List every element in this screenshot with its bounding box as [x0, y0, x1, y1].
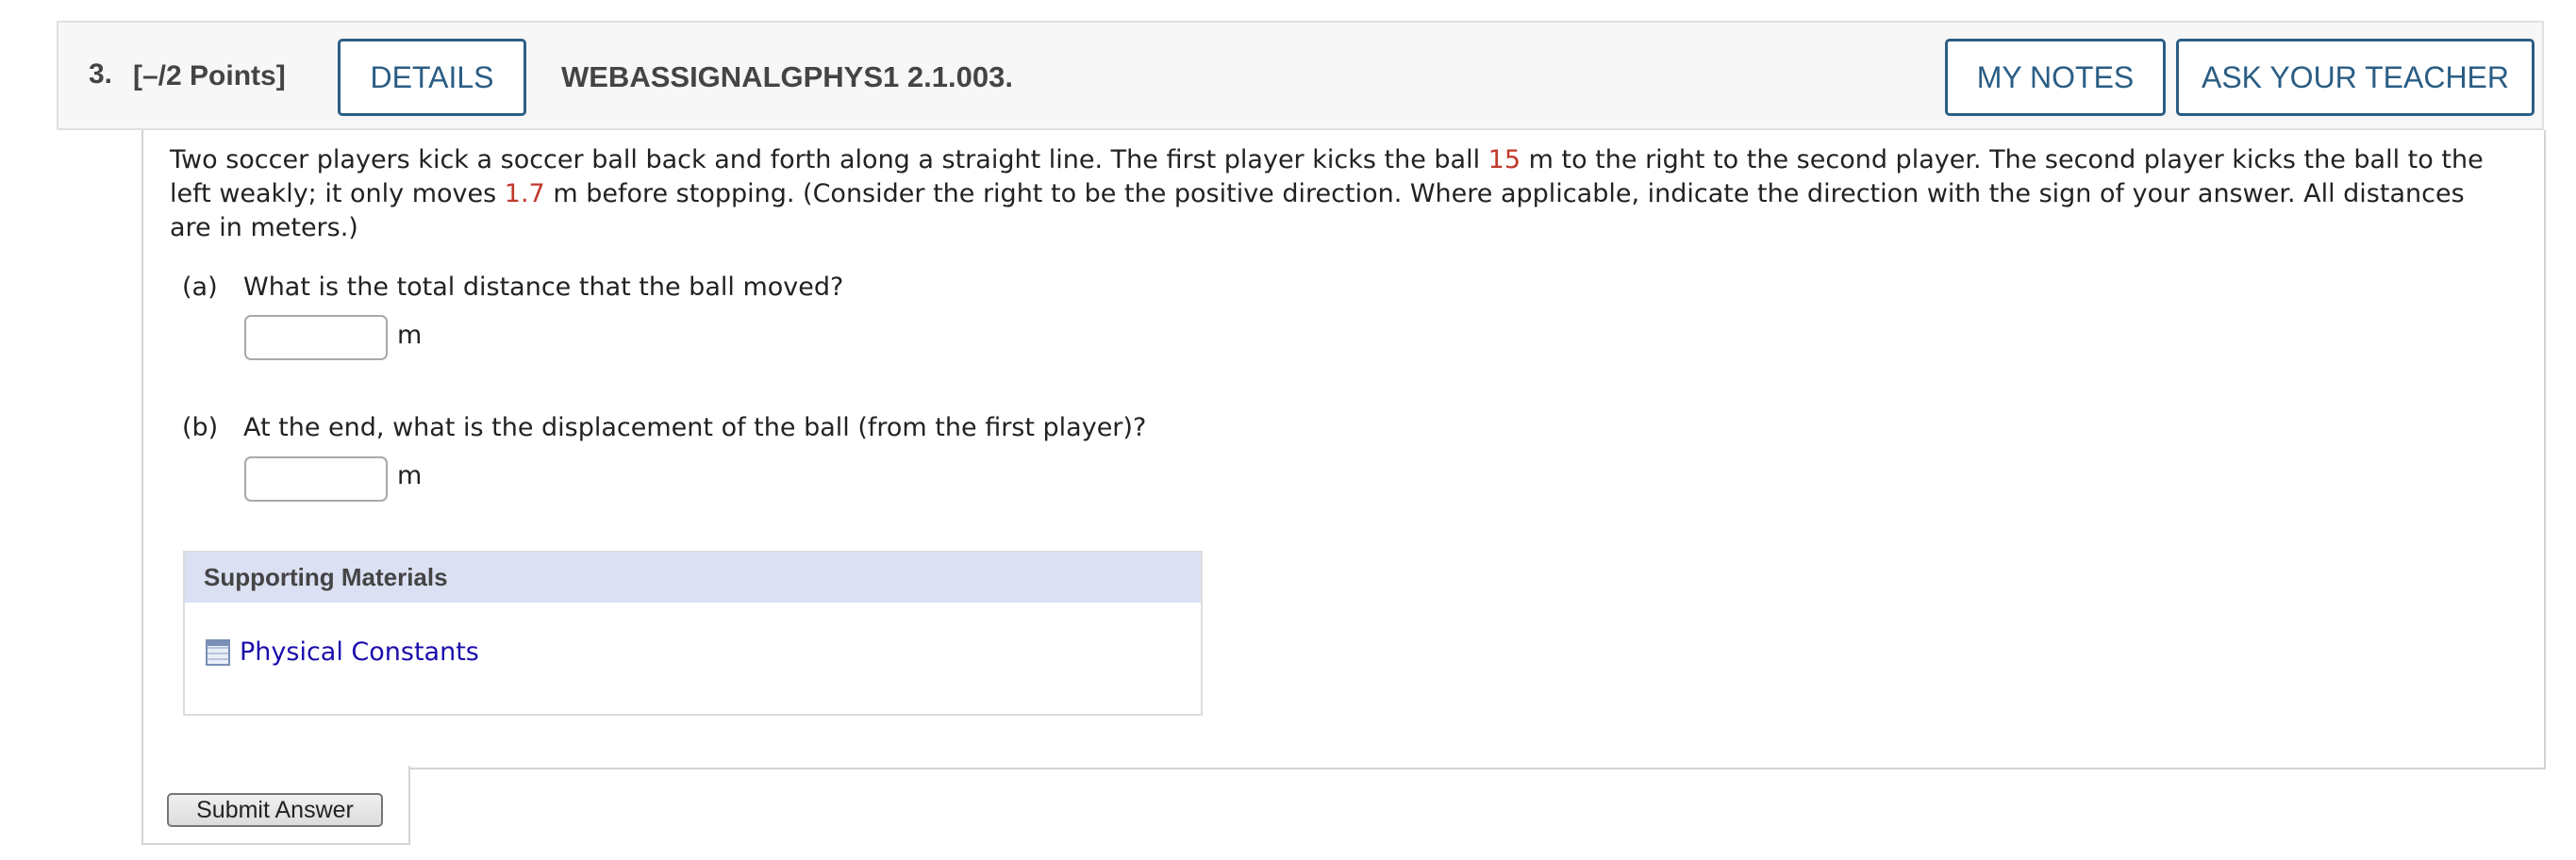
part-b-question: At the end, what is the displacement of … — [243, 413, 1147, 442]
question-points: [–/2 Points] — [133, 60, 286, 91]
part-a-question: What is the total distance that the ball… — [243, 273, 844, 302]
physical-constants-label: Physical Constants — [240, 637, 479, 667]
ask-your-teacher-button[interactable]: ASK YOUR TEACHER — [2176, 39, 2534, 116]
prompt-text: Two soccer players kick a soccer ball ba… — [170, 145, 1488, 174]
supporting-materials-title: Supporting Materials — [185, 553, 1201, 603]
given-value-distance-2: 1.7 — [504, 179, 545, 208]
supporting-materials-panel: Supporting Materials Physical Constants — [183, 551, 1203, 716]
given-value-distance-1: 15 — [1487, 145, 1521, 174]
question-prompt: Two soccer players kick a soccer ball ba… — [170, 143, 2490, 245]
part-a-label: (a) — [182, 273, 218, 302]
table-icon — [206, 638, 230, 666]
part-a-answer-input[interactable] — [244, 315, 388, 360]
part-b-answer-input[interactable] — [244, 456, 388, 502]
details-button[interactable]: DETAILS — [338, 39, 526, 116]
part-b-unit: m — [397, 461, 423, 490]
question-header: 3. [–/2 Points] DETAILS WEBASSIGNALGPHYS… — [57, 21, 2544, 130]
part-b-label: (b) — [182, 413, 219, 442]
physical-constants-link[interactable]: Physical Constants — [206, 637, 479, 667]
question-number: 3. — [89, 58, 113, 90]
part-a-unit: m — [397, 321, 423, 350]
question-id: WEBASSIGNALGPHYS1 2.1.003. — [561, 60, 1013, 93]
submit-answer-button[interactable]: Submit Answer — [167, 793, 383, 827]
my-notes-button[interactable]: MY NOTES — [1945, 39, 2166, 116]
